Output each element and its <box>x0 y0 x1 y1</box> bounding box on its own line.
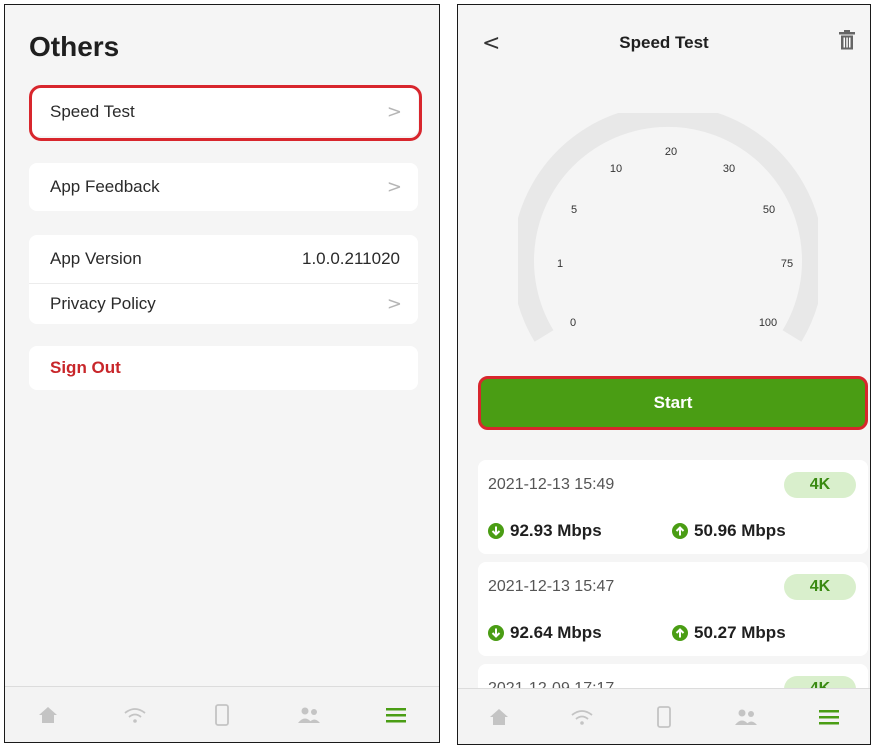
others-screen: Others Speed Test > App Feedback > App V… <box>4 4 440 743</box>
info-card: App Version 1.0.0.211020 Privacy Policy … <box>29 235 418 324</box>
record-time: 2021-12-13 15:47 <box>488 578 615 595</box>
tab-bar <box>458 688 870 744</box>
download-arrow-icon <box>488 523 504 539</box>
tab-wifi[interactable] <box>562 697 602 737</box>
download-speed: 92.93 Mbps <box>488 521 602 541</box>
tab-device[interactable] <box>644 697 684 737</box>
app-version-label: App Version <box>50 249 142 268</box>
users-icon <box>735 709 758 725</box>
device-icon <box>215 703 229 726</box>
sign-out-card[interactable]: Sign Out <box>29 346 418 390</box>
menu-icon <box>818 709 839 724</box>
tab-users[interactable] <box>289 695 329 735</box>
upload-value: 50.96 Mbps <box>694 521 786 540</box>
download-value: 92.64 Mbps <box>510 623 602 642</box>
tab-bar <box>5 686 439 742</box>
upload-speed: 50.27 Mbps <box>672 623 786 643</box>
gauge-tick-label: 30 <box>723 163 735 175</box>
page-title: Speed Test <box>619 33 709 52</box>
tab-menu[interactable] <box>376 695 416 735</box>
gauge-tick-label: 20 <box>665 146 677 158</box>
app-version-value: 1.0.0.211020 <box>302 249 400 268</box>
gauge-tick-label: 100 <box>759 317 777 329</box>
tab-users[interactable] <box>726 697 766 737</box>
privacy-policy-item[interactable]: Privacy Policy > <box>29 284 418 324</box>
chevron-right-icon: > <box>386 176 402 198</box>
download-arrow-icon <box>488 625 504 641</box>
privacy-policy-label: Privacy Policy <box>50 294 156 313</box>
record-time: 2021-12-13 15:49 <box>488 476 615 493</box>
tab-menu[interactable] <box>809 697 849 737</box>
quality-badge: 4K <box>784 574 856 600</box>
upload-value: 50.27 Mbps <box>694 623 786 642</box>
tab-device[interactable] <box>202 695 242 735</box>
app-feedback-label: App Feedback <box>50 177 160 196</box>
delete-button[interactable] <box>838 29 856 56</box>
speed-gauge: 0 1 5 10 20 30 50 75 100 <box>518 113 818 342</box>
tab-home[interactable] <box>28 695 68 735</box>
gauge-tick-label: 75 <box>781 258 793 270</box>
history-record[interactable]: 2021-12-13 15:47 4K 92.64 Mbps 50.27 Mbp… <box>478 562 868 656</box>
chevron-right-icon: > <box>386 293 402 315</box>
menu-icon <box>385 707 406 722</box>
speed-test-history: 2021-12-13 15:49 4K 92.93 Mbps 50.96 Mbp… <box>478 460 868 690</box>
download-value: 92.93 Mbps <box>510 521 602 540</box>
tab-home[interactable] <box>479 697 519 737</box>
trash-icon <box>839 30 855 50</box>
tab-wifi[interactable] <box>115 695 155 735</box>
speed-test-screen: < Speed Test 0 1 5 10 20 30 50 75 100 St… <box>457 4 871 745</box>
gauge-tick-label: 50 <box>763 204 775 216</box>
page-title: Others <box>29 31 120 62</box>
gauge-tick-label: 5 <box>571 204 577 216</box>
app-feedback-item[interactable]: App Feedback > <box>29 163 418 211</box>
download-speed: 92.64 Mbps <box>488 623 602 643</box>
upload-speed: 50.96 Mbps <box>672 521 786 541</box>
gauge-tick-label: 0 <box>570 317 576 329</box>
home-icon <box>490 708 509 725</box>
gauge-tick-label: 10 <box>610 163 622 175</box>
app-version-item: App Version 1.0.0.211020 <box>29 235 418 283</box>
quality-badge: 4K <box>784 472 856 498</box>
upload-arrow-icon <box>672 523 688 539</box>
start-button[interactable]: Start <box>478 376 868 430</box>
history-record[interactable]: 2021-12-09 17:17 4K <box>478 664 868 690</box>
home-icon <box>39 706 58 723</box>
wifi-icon <box>571 709 593 725</box>
highlight-speed-test <box>29 85 422 141</box>
upload-arrow-icon <box>672 625 688 641</box>
users-icon <box>297 707 320 723</box>
wifi-icon <box>124 707 146 723</box>
app-feedback-card[interactable]: App Feedback > <box>29 163 418 211</box>
sign-out-button[interactable]: Sign Out <box>29 346 418 390</box>
device-icon <box>657 705 671 728</box>
history-record[interactable]: 2021-12-13 15:49 4K 92.93 Mbps 50.96 Mbp… <box>478 460 868 554</box>
gauge-tick-label: 1 <box>557 258 563 270</box>
